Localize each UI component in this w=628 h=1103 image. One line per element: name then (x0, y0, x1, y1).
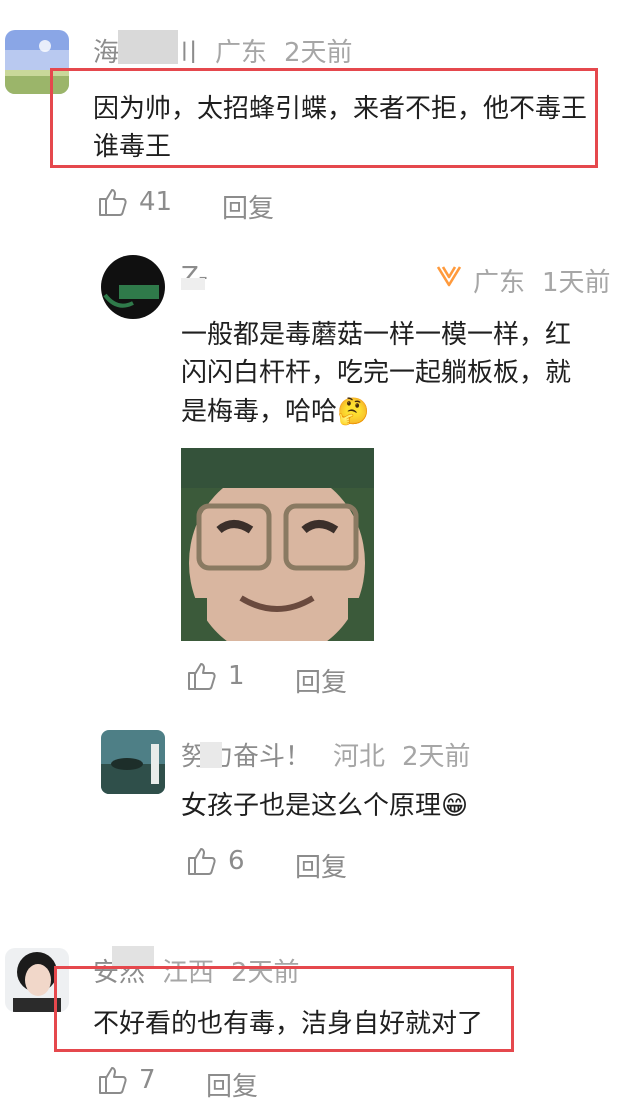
meme-face-image (181, 448, 374, 641)
avatar-dark-image (101, 255, 165, 319)
thinking-emoji-icon: 🤔 (337, 397, 370, 427)
username-blur (118, 30, 178, 64)
comment-time: 2天前 (402, 742, 471, 772)
username-blur (181, 278, 205, 290)
comment-text-line: 一般都是毒蘑菇一样一模一样，红 (181, 320, 572, 350)
grin-emoji-icon: 😁 (441, 791, 469, 821)
like-button[interactable]: 7 (97, 1064, 156, 1096)
comment-location: 广东 (473, 268, 526, 298)
thumbs-up-icon (186, 845, 218, 877)
comment-location: 广东 (215, 38, 268, 68)
comment-time: 2天前 (284, 38, 353, 68)
thumbs-up-icon (97, 1064, 129, 1096)
comment-location: 河北 (333, 742, 386, 772)
username-blur (112, 946, 154, 966)
like-button[interactable]: 1 (186, 660, 245, 692)
reply-button[interactable]: 回复 (222, 188, 274, 225)
avatar-landscape-image (101, 730, 165, 794)
comment-text-line: 闪闪白杆杆，吃完一起躺板板，就 (181, 358, 572, 388)
like-button[interactable]: 6 (186, 845, 245, 877)
like-button[interactable]: 41 (97, 186, 172, 218)
reply-button[interactable]: 回复 (295, 662, 347, 699)
like-count: 1 (228, 661, 245, 691)
reply-button[interactable]: 回复 (295, 847, 347, 884)
like-count: 6 (228, 846, 245, 876)
highlight-box (54, 966, 514, 1052)
avatar[interactable] (101, 730, 165, 794)
reply-button[interactable]: 回复 (206, 1066, 258, 1103)
username-blur (200, 742, 222, 768)
comment-time: 1天前 (542, 268, 611, 298)
thumbs-up-icon (186, 660, 218, 692)
like-count: 41 (139, 187, 173, 217)
v-badge-icon (435, 264, 463, 292)
meme-image[interactable] (181, 448, 374, 641)
comment-text-line: 女孩子也是这么个原理😁 (181, 787, 468, 825)
avatar[interactable] (101, 255, 165, 319)
highlight-box (50, 68, 598, 168)
comment-text: 是梅毒，哈哈 (181, 397, 338, 427)
comment-text-line: 是梅毒，哈哈🤔 (181, 393, 369, 431)
thumbs-up-icon (97, 186, 129, 218)
like-count: 7 (139, 1065, 156, 1095)
comment-text: 女孩子也是这么个原理 (181, 791, 442, 821)
